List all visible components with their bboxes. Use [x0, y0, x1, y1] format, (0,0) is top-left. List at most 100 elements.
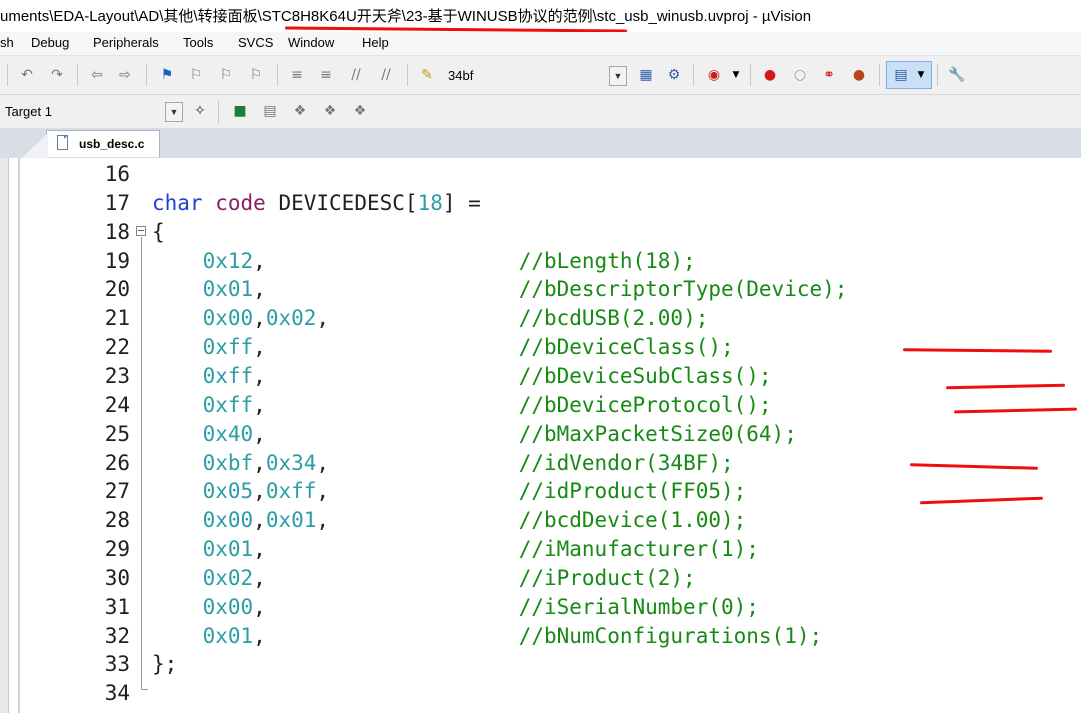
code-token: code	[215, 191, 266, 215]
code-token: //idVendor(34BF);	[518, 451, 734, 475]
indent-icon[interactable]: ≡	[287, 65, 307, 85]
navigate-forward-icon[interactable]: ⇨	[115, 65, 135, 85]
code-token: 0xff	[202, 335, 254, 359]
incremental-find-icon[interactable]: ⚙	[664, 65, 684, 85]
code-token: ] =	[442, 191, 481, 215]
line-number: 24	[104, 393, 130, 417]
select-packs-icon[interactable]: ❖	[290, 101, 310, 121]
target-combobox[interactable]: Target 1 ▼	[0, 101, 184, 122]
menu-tools[interactable]: Tools	[183, 35, 213, 50]
undo-icon[interactable]: ↶	[17, 65, 37, 85]
code-line: 0x00,0x02, //bcdUSB(2.00);	[152, 306, 709, 330]
find-in-files-icon[interactable]: ✎	[417, 65, 437, 85]
line-number: 27	[104, 479, 130, 503]
code-line: 0xbf,0x34, //idVendor(34BF);	[152, 451, 734, 475]
fold-collapse-icon[interactable]	[136, 226, 146, 236]
manage-project-items-icon[interactable]: ▤	[260, 101, 280, 121]
line-number: 29	[104, 537, 130, 561]
line-number: 22	[104, 335, 130, 359]
navigate-back-icon[interactable]: ⇦	[87, 65, 107, 85]
toolbar-separator	[693, 64, 694, 86]
toolbar-separator	[937, 64, 938, 86]
code-token: 0x12	[202, 249, 254, 273]
line-number: 32	[104, 624, 130, 648]
chevron-down-icon[interactable]: ▼	[609, 66, 627, 86]
code-token: //bNumConfigurations(1);	[518, 624, 823, 648]
redo-icon[interactable]: ↷	[47, 65, 67, 85]
bookmark-next-icon[interactable]: ⚐	[216, 65, 236, 85]
chevron-down-icon: ▼	[917, 70, 925, 80]
chevron-down-icon[interactable]: ▼	[165, 102, 183, 122]
pack-installer-icon[interactable]: ❖	[350, 101, 370, 121]
tab-shape-decoration	[22, 133, 48, 158]
target-combobox-value: Target 1	[5, 104, 52, 119]
comment-icon[interactable]: //	[346, 65, 366, 85]
find-combobox-value: 34bf	[448, 68, 474, 83]
code-token: 18	[417, 191, 443, 215]
unindent-icon[interactable]: ≡	[316, 65, 336, 85]
project-pane-edge	[0, 158, 9, 713]
bookmark-previous-icon[interactable]: ⚐	[186, 65, 206, 85]
breakpoint-insert-icon[interactable]: ●	[760, 65, 780, 85]
editor-tab-strip: usb_desc.c	[0, 128, 1081, 158]
window-layout-button[interactable]: ▤ ▼	[886, 61, 932, 89]
breakpoint-kill-all-icon[interactable]: ●	[849, 65, 869, 85]
find-icon[interactable]: ▦	[636, 65, 656, 85]
code-token: ,	[253, 508, 266, 532]
code-token: {	[152, 220, 165, 244]
line-number: 28	[104, 508, 130, 532]
title-bar: uments\EDA-Layout\AD\其他\转接面板\STC8H8K64U开…	[0, 0, 1081, 33]
menu-help[interactable]: Help	[362, 35, 389, 50]
code-line: 0x12, //bLength(18);	[152, 249, 696, 273]
code-line: 0x02, //iProduct(2);	[152, 566, 696, 590]
code-token: ,	[253, 364, 266, 388]
chevron-down-icon[interactable]: ▼	[726, 65, 746, 85]
find-combobox[interactable]: 34bf ▼	[443, 65, 628, 86]
menu-window[interactable]: Window	[288, 35, 334, 50]
code-token: //bDescriptorType(Device);	[518, 277, 848, 301]
c-file-icon	[57, 135, 68, 150]
code-line: 0xff, //bDeviceProtocol();	[152, 393, 772, 417]
code-token: ,	[253, 393, 266, 417]
menu-svcs[interactable]: SVCS	[238, 35, 273, 50]
toolbar-separator	[218, 101, 219, 123]
manage-runtime-icon[interactable]: ❖	[320, 101, 340, 121]
code-line: {	[152, 220, 165, 244]
code-token: ,	[253, 335, 266, 359]
menu-debug[interactable]: Debug	[31, 35, 69, 50]
code-token: //bcdDevice(1.00);	[518, 508, 747, 532]
configure-wrench-icon[interactable]: 🔧	[947, 65, 967, 85]
code-token: ,	[253, 277, 266, 301]
code-token: };	[152, 652, 178, 676]
code-line: 0x05,0xff, //idProduct(FF05);	[152, 479, 747, 503]
code-token: ,	[253, 537, 266, 561]
menu-flash[interactable]: sh	[0, 35, 14, 50]
file-extensions-icon[interactable]: ■	[230, 101, 250, 121]
tab-label: usb_desc.c	[79, 137, 145, 151]
code-token: 0x00	[202, 595, 254, 619]
main-toolbar: ↶ ↷ ⇦ ⇨ ⚑ ⚐ ⚐ ⚐ ≡ ≡ // // ✎ 34bf ▼ ▦ ⚙ ◉…	[0, 56, 1081, 95]
debug-session-icon[interactable]: ◉	[704, 65, 724, 85]
bookmark-clear-icon[interactable]: ⚐	[246, 65, 266, 85]
menu-peripherals[interactable]: Peripherals	[93, 35, 159, 50]
bookmark-toggle-icon[interactable]: ⚑	[157, 65, 177, 85]
target-options-icon[interactable]: ✧	[190, 101, 210, 121]
breakpoint-enable-icon[interactable]: ○	[790, 65, 810, 85]
breakpoint-disable-all-icon[interactable]: ⚭	[819, 65, 839, 85]
uncomment-icon[interactable]: //	[376, 65, 396, 85]
code-token: //iSerialNumber(0);	[518, 595, 759, 619]
tab-usb-desc-c[interactable]: usb_desc.c	[46, 130, 160, 157]
